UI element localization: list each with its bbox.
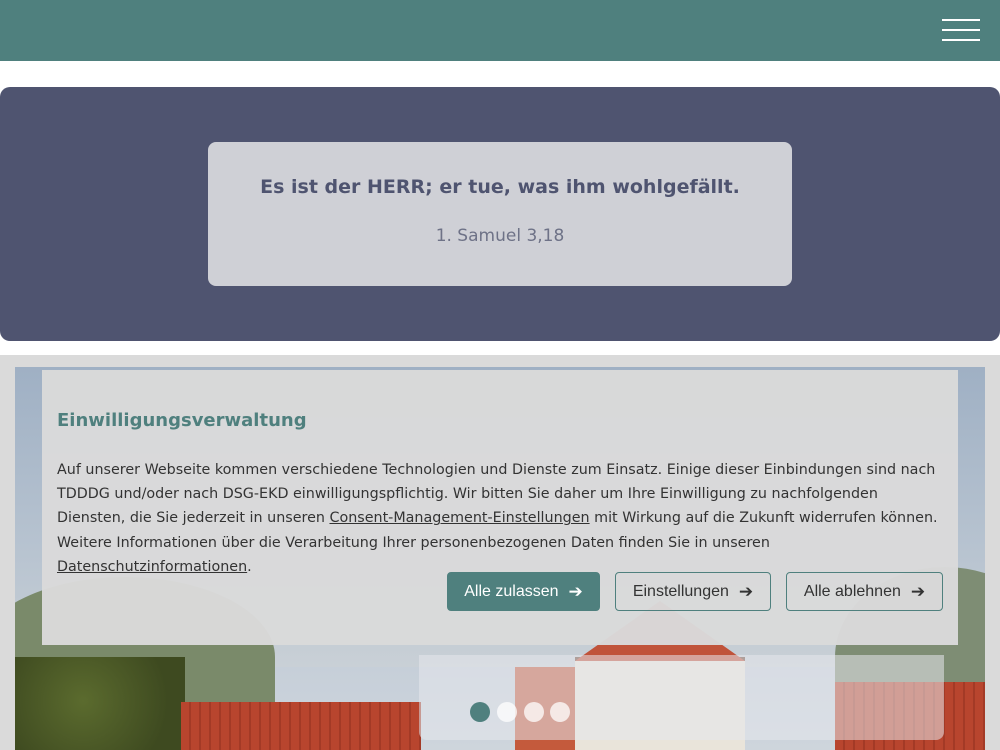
- reject-all-button[interactable]: Alle ablehnen ➔: [786, 572, 943, 611]
- verse-reference: 1. Samuel 3,18: [435, 226, 565, 246]
- consent-title: Einwilligungsverwaltung: [57, 410, 307, 431]
- arrow-right-icon: ➔: [738, 582, 754, 601]
- carousel-dot-3[interactable]: [524, 702, 544, 722]
- consent-description: Auf unserer Webseite kommen verschiedene…: [57, 462, 938, 575]
- site-header: [0, 0, 1000, 61]
- hamburger-menu-button[interactable]: [942, 17, 980, 43]
- consent-banner: Einwilligungsverwaltung Auf unserer Webs…: [42, 370, 958, 645]
- verse-text: Es ist der HERR; er tue, was ihm wohlgef…: [260, 176, 740, 198]
- consent-settings-link[interactable]: Consent-Management-Einstellungen: [329, 510, 589, 526]
- hamburger-menu-icon: [942, 19, 980, 21]
- accept-all-button[interactable]: Alle zulassen ➔: [447, 572, 600, 611]
- verse-card: Es ist der HERR; er tue, was ihm wohlgef…: [208, 142, 792, 286]
- daily-verse-section: Es ist der HERR; er tue, was ihm wohlgef…: [0, 87, 1000, 341]
- privacy-info-link[interactable]: Datenschutzinformationen: [57, 559, 247, 575]
- arrow-right-icon: ➔: [568, 582, 583, 601]
- carousel-dot-2[interactable]: [497, 702, 517, 722]
- settings-button[interactable]: Einstellungen ➔: [615, 572, 771, 611]
- arrow-right-icon: ➔: [910, 582, 926, 601]
- carousel-dot-1[interactable]: [470, 702, 490, 722]
- carousel-dot-4[interactable]: [550, 702, 570, 722]
- carousel-caption-box: [419, 655, 944, 740]
